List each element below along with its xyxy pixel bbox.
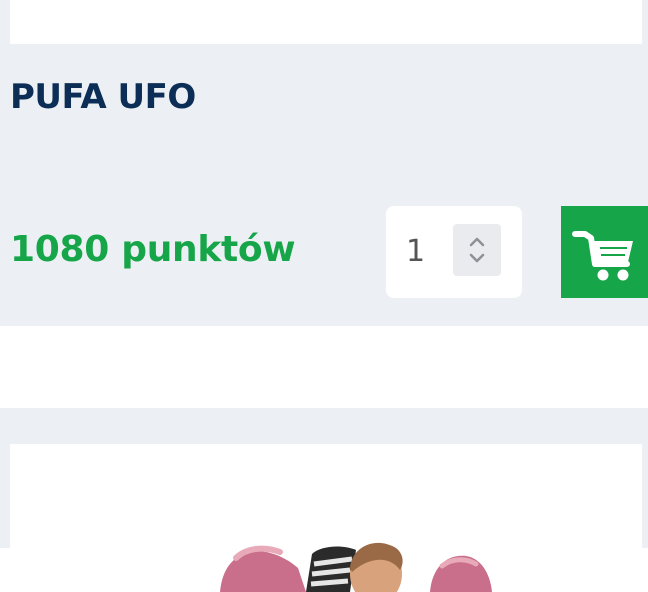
add-to-cart-button[interactable] — [561, 206, 648, 298]
product-image-panel-upper — [10, 0, 642, 44]
spinner-arrows-icon — [469, 237, 485, 263]
product-title[interactable]: PUFA UFO — [10, 75, 196, 119]
shopping-cart-icon — [572, 231, 633, 281]
product-card-next — [0, 408, 648, 592]
spinner-up-icon[interactable] — [469, 237, 485, 247]
product-price: 1080 punktów — [10, 229, 296, 270]
product-photo — [220, 542, 492, 592]
quantity-input[interactable] — [404, 229, 446, 273]
product-image-panel[interactable] — [10, 444, 642, 592]
product-card: PUFA UFO 1080 punktów — [0, 0, 648, 326]
quantity-spinner[interactable] — [453, 224, 501, 276]
spinner-down-icon[interactable] — [469, 253, 485, 263]
quantity-stepper — [386, 206, 522, 298]
